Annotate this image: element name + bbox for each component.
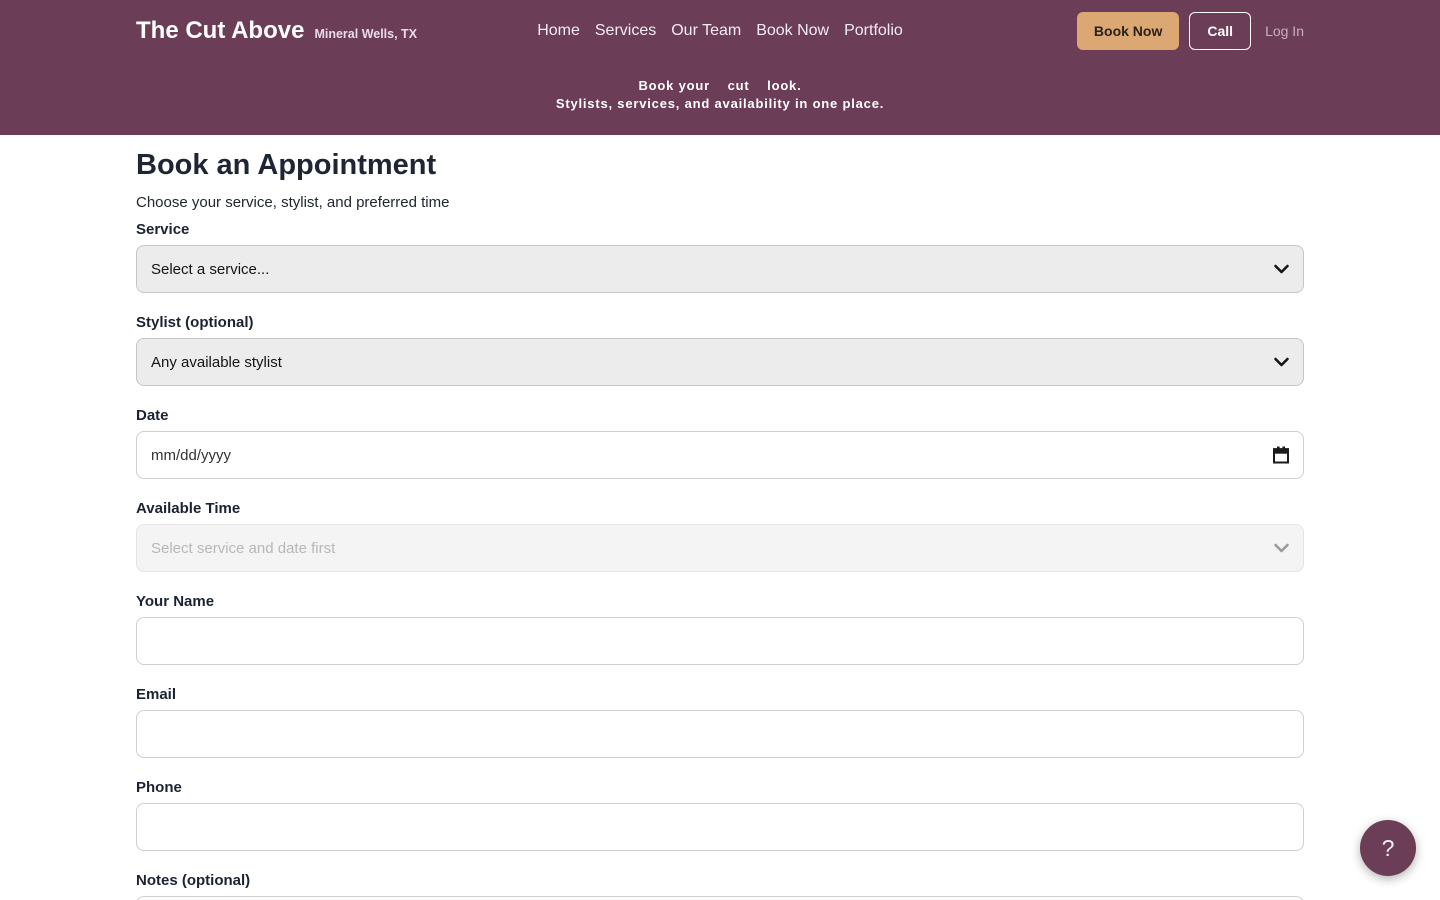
date-label: Date <box>136 407 1304 424</box>
date-input[interactable] <box>136 431 1304 479</box>
date-field-group: Date <box>136 407 1304 479</box>
booking-page: The Cut Above Mineral Wells, TX Home Ser… <box>0 0 1440 900</box>
log-in-link[interactable]: Log In <box>1265 23 1304 39</box>
page-title: Book an Appointment <box>136 148 1304 183</box>
notes-field-group: Notes (optional) <box>136 872 1304 900</box>
phone-input[interactable] <box>136 803 1304 851</box>
booking-form-section: Book an Appointment Choose your service,… <box>136 135 1304 900</box>
call-button[interactable]: Call <box>1189 12 1251 50</box>
header-actions: Book Now Call Log In <box>1077 12 1304 50</box>
available-time-select[interactable]: Select service and date first <box>136 524 1304 572</box>
brand: The Cut Above Mineral Wells, TX <box>136 17 537 45</box>
site-header: The Cut Above Mineral Wells, TX Home Ser… <box>0 0 1440 135</box>
tagline: Book your cut look. Stylists, services, … <box>136 77 1304 113</box>
email-field-group: Email <box>136 686 1304 758</box>
service-field-group: Service Select a service... <box>136 221 1304 293</box>
tagline-line-2: Stylists, services, and availability in … <box>136 95 1304 113</box>
page-subtitle: Choose your service, stylist, and prefer… <box>136 194 1304 211</box>
phone-field-group: Phone <box>136 779 1304 851</box>
brand-location: Mineral Wells, TX <box>314 27 417 41</box>
time-field-group: Available Time Select service and date f… <box>136 500 1304 572</box>
main-nav: Home Services Our Team Book Now Portfoli… <box>537 22 903 40</box>
name-input[interactable] <box>136 617 1304 665</box>
booking-form: Service Select a service... Stylist (opt… <box>136 221 1304 900</box>
navbar: The Cut Above Mineral Wells, TX Home Ser… <box>136 12 1304 50</box>
nav-item-home[interactable]: Home <box>537 22 580 40</box>
service-select[interactable]: Select a service... <box>136 245 1304 293</box>
nav-item-portfolio[interactable]: Portfolio <box>844 22 903 40</box>
name-field-group: Your Name <box>136 593 1304 665</box>
book-now-button[interactable]: Book Now <box>1077 12 1179 50</box>
notes-textarea[interactable] <box>136 896 1304 900</box>
notes-label: Notes (optional) <box>136 872 1304 889</box>
email-label: Email <box>136 686 1304 703</box>
time-label: Available Time <box>136 500 1304 517</box>
stylist-label: Stylist (optional) <box>136 314 1304 331</box>
service-label: Service <box>136 221 1304 238</box>
stylist-field-group: Stylist (optional) Any available stylist <box>136 314 1304 386</box>
phone-label: Phone <box>136 779 1304 796</box>
nav-item-services[interactable]: Services <box>595 22 656 40</box>
stylist-select[interactable]: Any available stylist <box>136 338 1304 386</box>
name-label: Your Name <box>136 593 1304 610</box>
brand-name: The Cut Above <box>136 17 304 45</box>
nav-item-book-now[interactable]: Book Now <box>756 22 829 40</box>
help-button[interactable]: ? <box>1360 820 1416 876</box>
email-input[interactable] <box>136 710 1304 758</box>
calendar-icon[interactable] <box>1272 446 1290 465</box>
tagline-line-1: Book your cut look. <box>136 77 1304 95</box>
nav-item-our-team[interactable]: Our Team <box>671 22 741 40</box>
question-mark-icon: ? <box>1382 835 1395 862</box>
